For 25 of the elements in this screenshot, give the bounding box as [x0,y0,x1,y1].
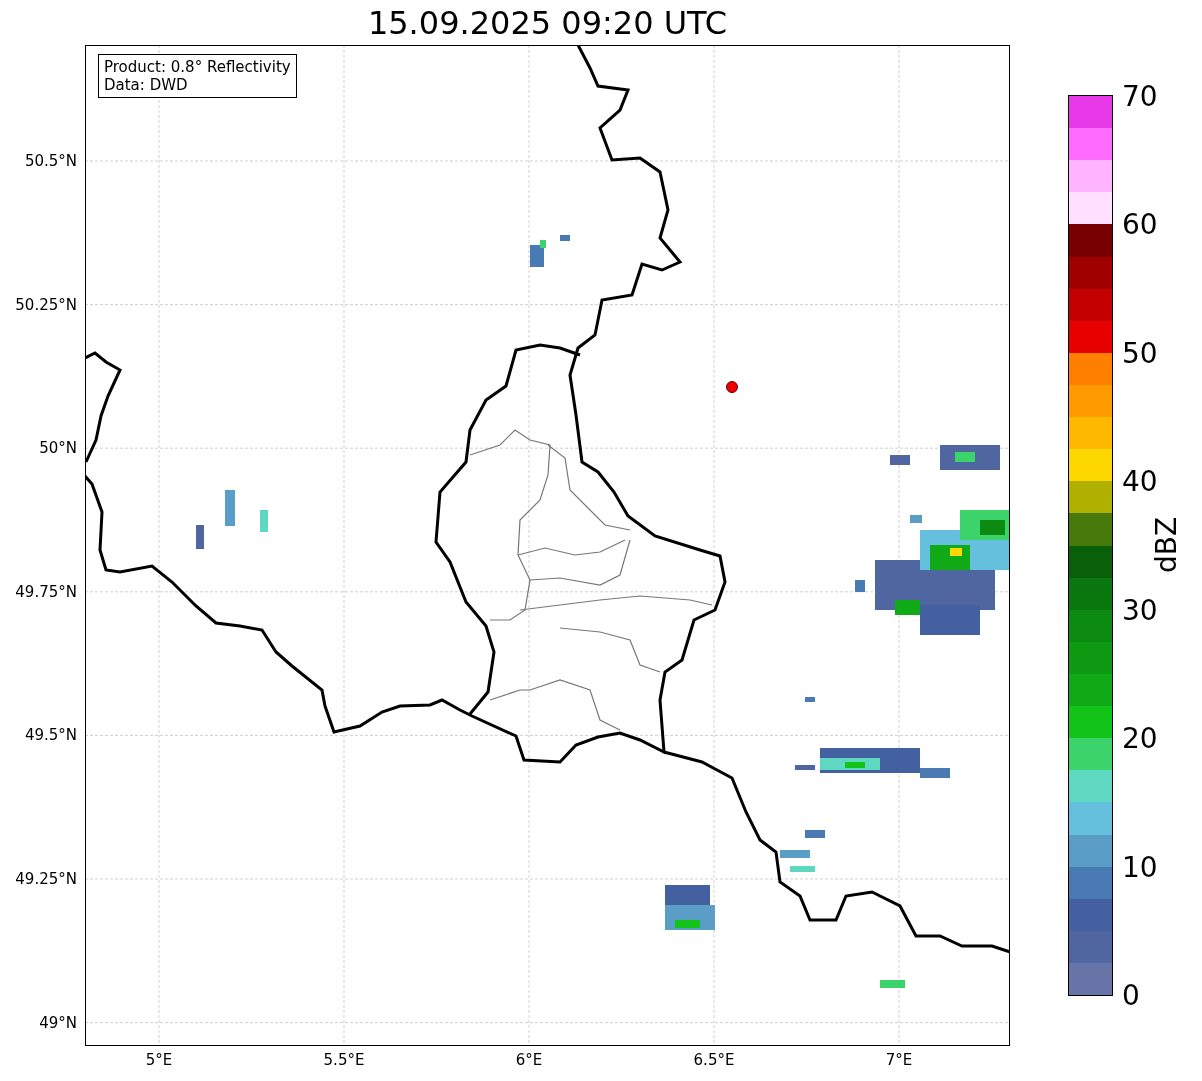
axis-tick-label: 49.5°N [24,726,77,745]
chart-title: 15.09.2025 09:20 UTC [367,3,728,42]
scale-tick-label: 0 [1122,978,1140,1012]
axis-tick-label: 49.75°N [15,582,77,601]
axis-tick-label: 50.5°N [24,152,77,170]
axis-tick-label: 6.5°E [693,1051,735,1069]
axis-tick-label: 49°N [39,1013,77,1032]
site-marker-icon [726,381,738,393]
info-text: Data: DWD [104,76,189,94]
axis-tick-label: 7°E [885,1051,913,1069]
axis-tick-label: 50°N [39,439,77,458]
scale-tick-label: 10 [1122,850,1158,884]
axis-tick-label: 49.25°N [15,870,77,888]
scale-unit-label: dBZ [1149,516,1183,574]
info-text: Product: 0.8° Reflectivity [104,58,291,76]
scale-tick-label: 60 [1122,207,1158,241]
axis-tick-label: 5.5°E [323,1051,365,1069]
axis-tick-label: 6°E [515,1051,543,1069]
axis-tick-label: 5°E [145,1051,173,1069]
scale-tick-label: 30 [1122,593,1158,627]
scale-tick-label: 20 [1122,721,1158,755]
scale-tick-label: 70 [1122,79,1158,113]
scale-tick-label: 40 [1122,464,1158,498]
axis-tick-label: 50.25°N [15,295,77,314]
scale-tick-label: 50 [1122,336,1158,370]
